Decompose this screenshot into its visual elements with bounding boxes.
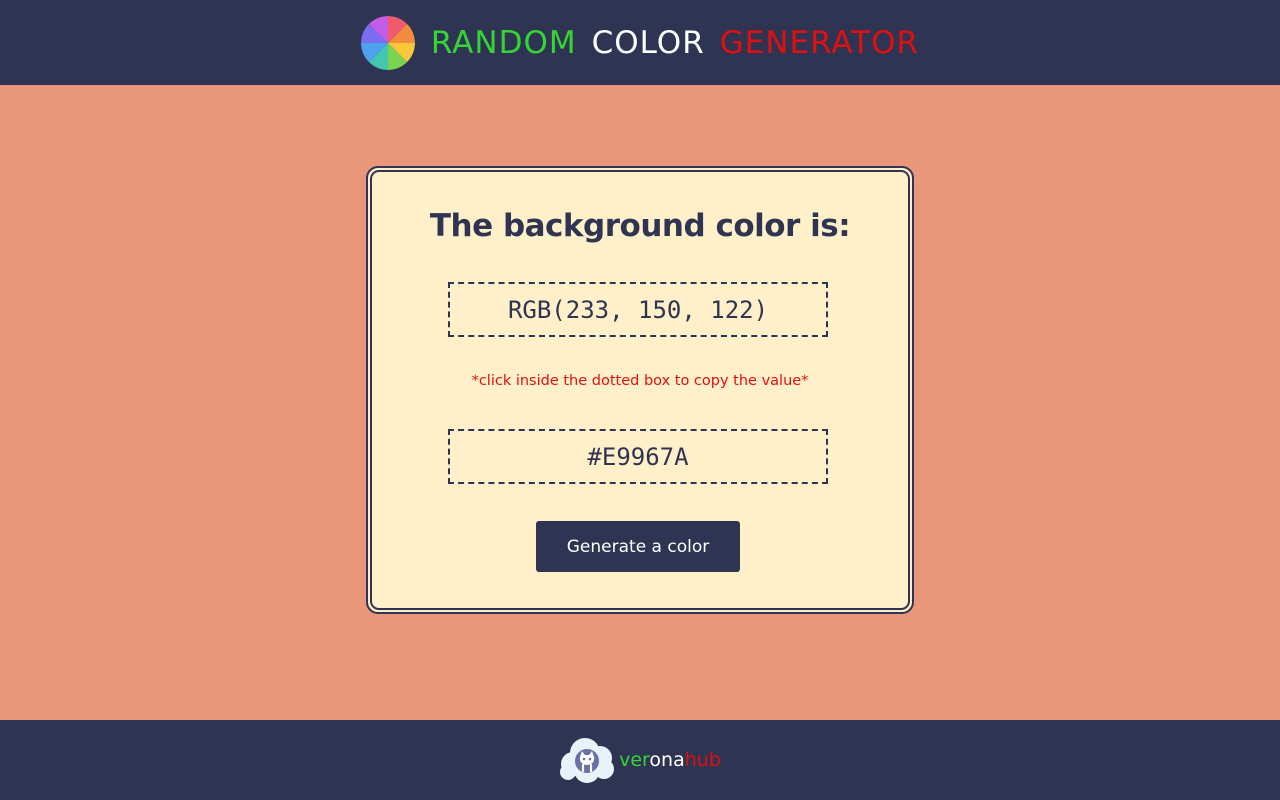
veronahub-link[interactable]: veronahub [559,736,721,784]
rgb-value-box[interactable]: RGB(233, 150, 122) [448,282,828,337]
title-word-random: RANDOM [430,24,577,61]
color-info-card: The background color is: RGB(233, 150, 1… [366,166,914,614]
copy-hint: *click inside the dotted box to copy the… [471,373,809,389]
generate-color-button[interactable]: Generate a color [536,521,740,572]
title-word-generator: GENERATOR [719,24,920,61]
app-header: RANDOM COLOR GENERATOR [0,0,1280,85]
brand-part-hub: hub [684,749,721,771]
title-word-color: COLOR [591,24,705,61]
github-cloud-icon [560,738,615,783]
brand-part-ver: ver [619,749,650,771]
app-title: RANDOM COLOR GENERATOR [431,25,919,61]
hex-value-box[interactable]: #E9967A [448,429,828,484]
brand-part-ona: ona [649,749,685,771]
brand-name: veronahub [619,749,721,771]
color-wheel-icon [360,15,415,70]
color-display-area: The background color is: RGB(233, 150, 1… [0,85,1280,720]
app-footer: veronahub [0,720,1280,800]
card-heading: The background color is: [429,208,851,244]
